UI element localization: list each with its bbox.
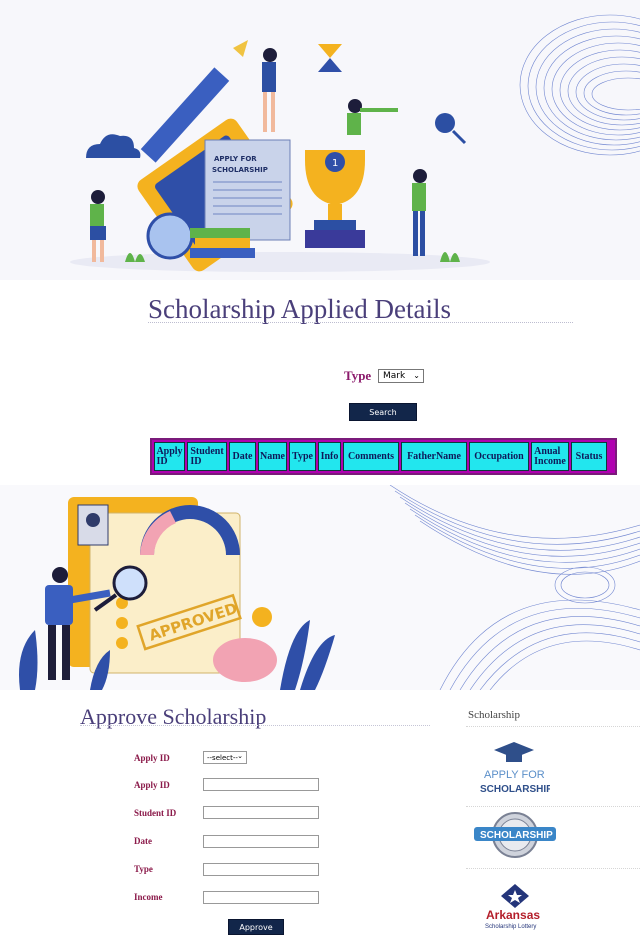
arkansas-scholarship-lottery-logo[interactable]: Arkansas Scholarship Lottery (480, 884, 550, 930)
page-title-applied-details: Scholarship Applied Details (148, 294, 451, 324)
hero-illustration-top: APPLY FOR SCHOLARSHIP 1 (0, 0, 640, 280)
svg-text:SCHOLARSHIPS: SCHOLARSHIPS (480, 784, 550, 795)
search-button[interactable]: Search (349, 403, 417, 421)
scholarship-badge-logo[interactable]: SCHOLARSHIP (472, 810, 558, 860)
income-field[interactable] (203, 891, 319, 904)
apply-id-select-value: --select-- (207, 753, 238, 762)
svg-text:SCHOLARSHIP: SCHOLARSHIP (212, 166, 268, 174)
apply-id-field[interactable] (203, 778, 319, 791)
hero-illustration-approved: APPROVED (0, 485, 640, 690)
svg-text:SCHOLARSHIP: SCHOLARSHIP (480, 830, 553, 841)
student-id-field[interactable] (203, 806, 319, 819)
income-label: Income (134, 892, 163, 902)
type-field[interactable] (203, 863, 319, 876)
type-select[interactable]: Mark ⌄ (378, 369, 424, 383)
col-status: Status (571, 442, 607, 471)
svg-text:1: 1 (332, 158, 338, 169)
apply-id-label: Apply ID (134, 780, 170, 790)
svg-text:Arkansas: Arkansas (486, 908, 540, 922)
svg-text:Scholarship Lottery: Scholarship Lottery (485, 924, 536, 930)
approve-button[interactable]: Approve (228, 919, 284, 935)
star-diamond-icon: Arkansas Scholarship Lottery (485, 884, 540, 930)
sidebar-title: Scholarship (468, 709, 520, 721)
date-field[interactable] (203, 835, 319, 848)
svg-text:APPLY FOR: APPLY FOR (214, 155, 257, 163)
applications-table: Apply ID Student ID Date Name Type Info Co… (150, 438, 617, 475)
table-header-row: Apply ID Student ID Date Name Type Info Co… (154, 442, 613, 471)
scholarship-illustration: APPLY FOR SCHOLARSHIP 1 (70, 14, 640, 272)
col-father-name: FatherName (401, 442, 467, 471)
apply-id-select[interactable]: --select-- ⌄ (203, 751, 247, 764)
badge-icon: SCHOLARSHIP (474, 812, 556, 858)
col-type: Type (289, 442, 316, 471)
title-divider (80, 725, 430, 726)
title-divider (148, 322, 573, 323)
chevron-down-icon: ⌄ (237, 752, 243, 760)
col-date: Date (229, 442, 256, 471)
apply-for-scholarships-logo[interactable]: APPLY FOR SCHOLARSHIPS (478, 740, 560, 796)
col-annual-income: Anual Income (531, 442, 569, 471)
type-select-value: Mark (383, 371, 406, 381)
page-title-approve: Approve Scholarship (80, 704, 267, 729)
col-student-id: Student ID (187, 442, 227, 471)
col-info: Info (318, 442, 341, 471)
type-label: Type (344, 368, 372, 383)
date-label: Date (134, 836, 152, 846)
sidebar-divider (466, 726, 640, 727)
apply-id-select-label: Apply ID (134, 753, 170, 763)
graduation-cap-icon: APPLY FOR SCHOLARSHIPS (480, 742, 560, 795)
student-id-label: Student ID (134, 808, 177, 818)
type-label-approve: Type (134, 864, 153, 874)
col-occupation: Occupation (469, 442, 529, 471)
approved-illustration: APPROVED (19, 485, 640, 690)
chevron-down-icon: ⌄ (413, 371, 420, 380)
sidebar-divider (466, 868, 640, 869)
col-name: Name (258, 442, 287, 471)
svg-text:APPLY FOR: APPLY FOR (484, 769, 545, 781)
sidebar-divider (466, 806, 640, 807)
col-comments: Comments (343, 442, 399, 471)
col-apply-id: Apply ID (154, 442, 185, 471)
